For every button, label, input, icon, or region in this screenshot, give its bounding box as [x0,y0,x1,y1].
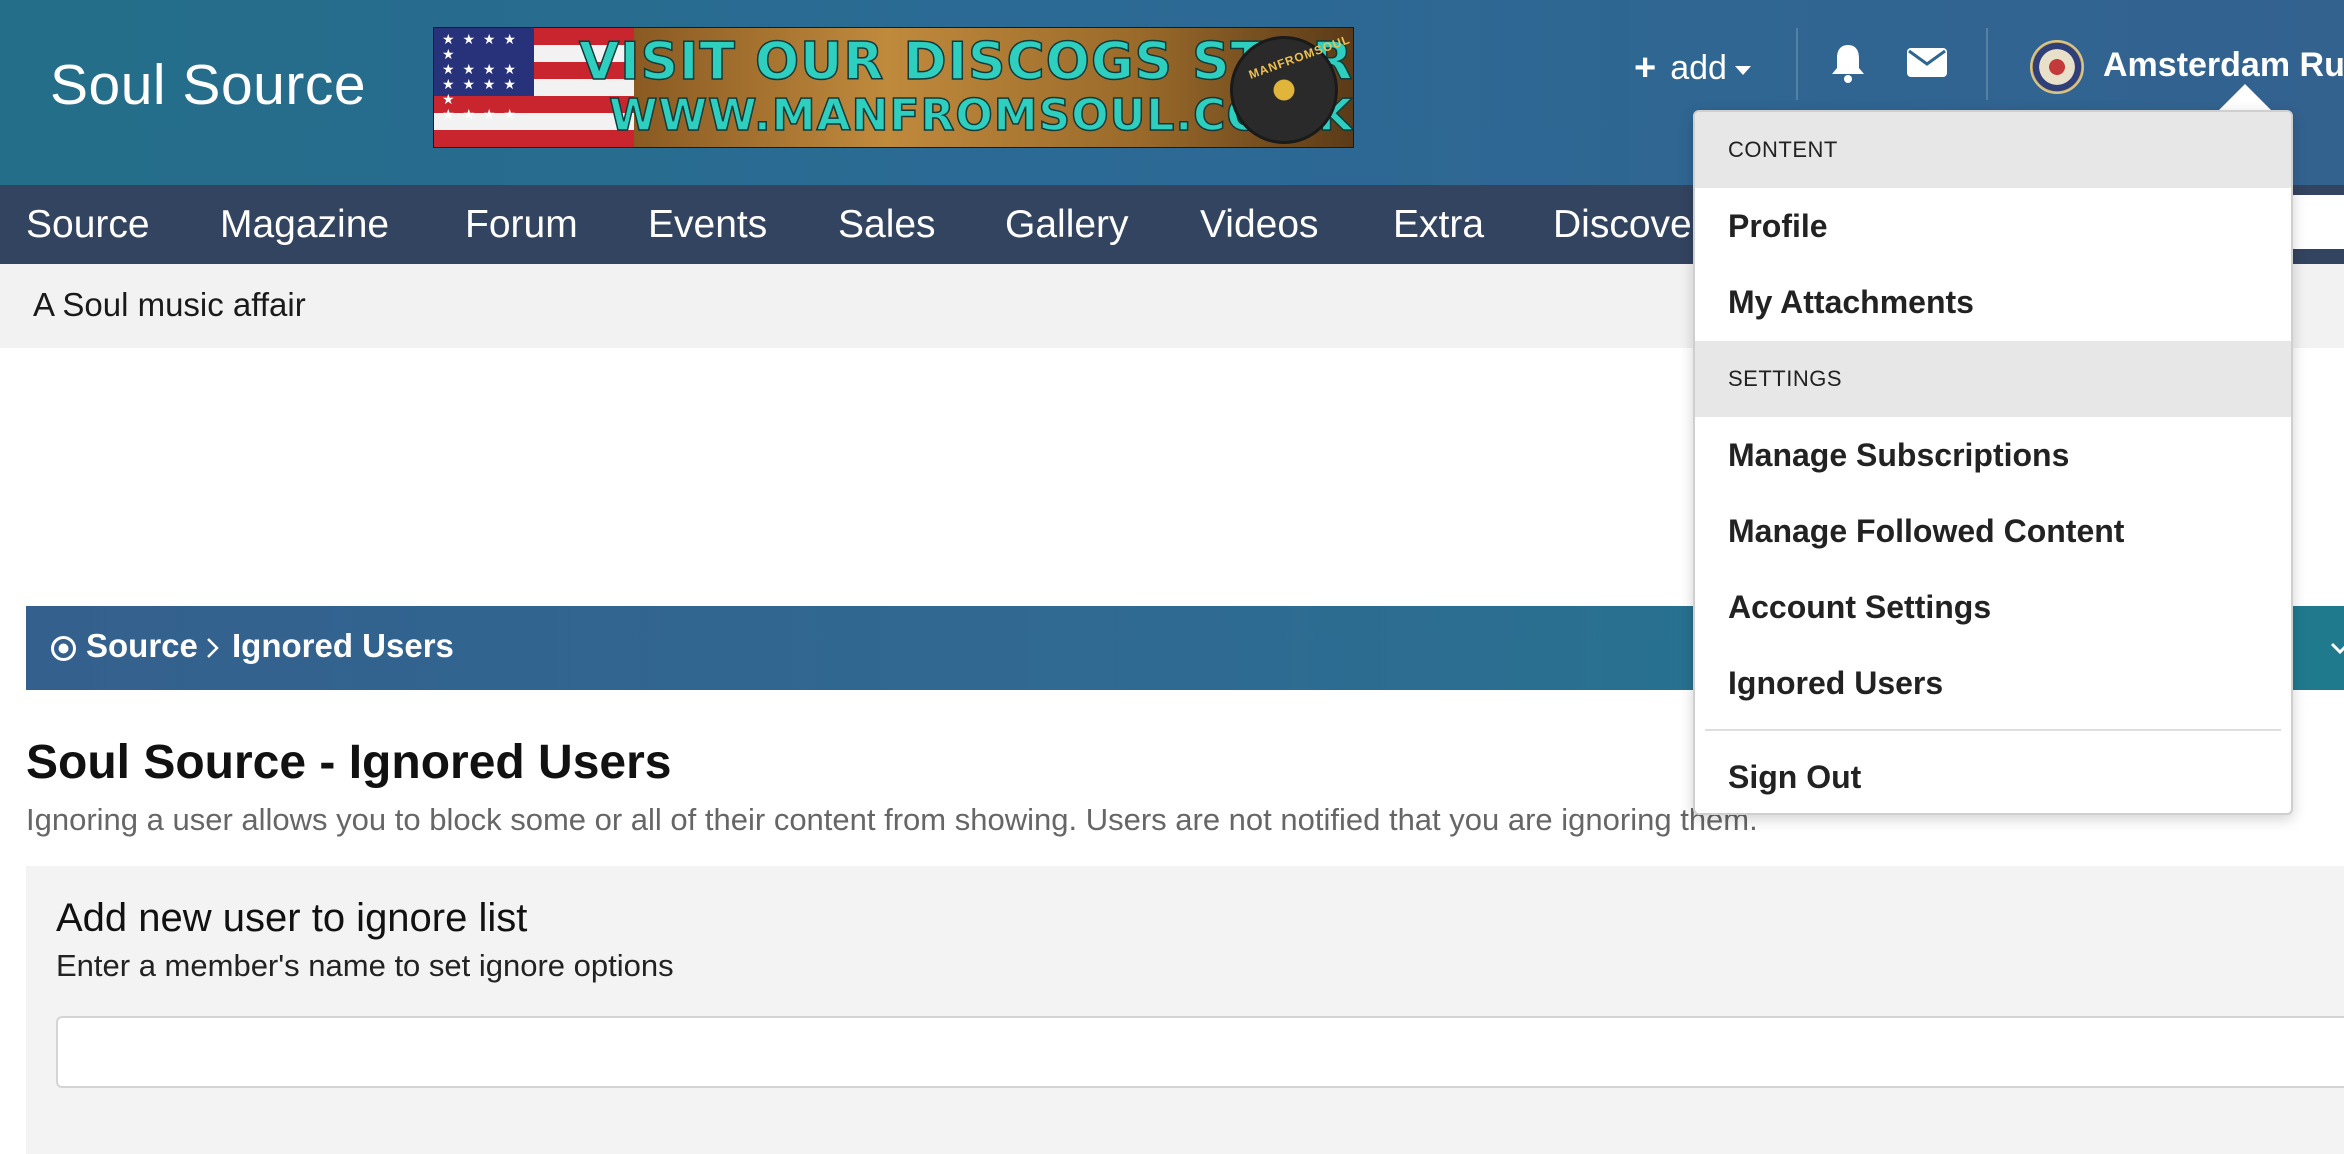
nav-item-events[interactable]: Events [648,185,767,264]
home-circle-icon[interactable] [50,635,77,662]
banner-line-1: VISIT OUR DISCOGS STORE [578,31,1354,93]
bell-icon [1832,45,1864,83]
menu-item-account-settings[interactable]: Account Settings [1728,589,1991,626]
nav-item-discover[interactable]: Discove [1553,185,1692,264]
add-ignore-panel: Add new user to ignore list Enter a memb… [26,866,2344,1154]
chevron-down-icon[interactable] [2328,636,2344,660]
header-separator [1986,28,1988,100]
site-tagline: A Soul music affair [33,286,306,323]
menu-divider [1705,729,2281,731]
envelope-icon [1907,48,1947,77]
chevron-right-icon [207,638,219,658]
search-input[interactable] [2290,195,2344,249]
add-label: add [1670,48,1727,87]
nav-item-magazine[interactable]: Magazine [220,185,389,264]
page-title: Soul Source - Ignored Users [26,736,672,789]
messages-button[interactable] [1905,40,1949,84]
nav-item-sales[interactable]: Sales [838,185,936,264]
breadcrumb-current: Ignored Users [232,627,454,664]
add-button[interactable]: + add [1634,46,1751,90]
banner-flag-canton: ★ ★ ★ ★ ★ ★ ★ ★ ★ ★ ★ ★ ★ ★ ★ ★ ★ ★ [434,28,534,122]
banner-stars: ★ ★ ★ ★ ★ ★ ★ ★ ★ ★ ★ ★ ★ ★ ★ ★ ★ ★ [442,31,518,122]
menu-item-ignored-users[interactable]: Ignored Users [1728,665,1943,702]
breadcrumb-source-link[interactable]: Source [86,627,198,665]
member-name-input[interactable] [56,1016,2344,1088]
caret-down-icon [1734,65,1751,75]
menu-section-content: CONTENT [1695,112,2291,188]
nav-item-forum[interactable]: Forum [465,185,578,264]
dropdown-arrow [2217,84,2273,112]
menu-item-sign-out[interactable]: Sign Out [1728,759,1861,796]
nav-item-gallery[interactable]: Gallery [1005,185,1129,264]
menu-item-manage-followed-content[interactable]: Manage Followed Content [1728,513,2124,550]
nav-item-extra[interactable]: Extra [1393,185,1484,264]
notifications-button[interactable] [1826,40,1870,84]
menu-item-manage-subscriptions[interactable]: Manage Subscriptions [1728,437,2069,474]
user-dropdown-menu: CONTENT Profile My Attachments SETTINGS … [1693,110,2293,815]
avatar[interactable] [2030,40,2084,94]
site-title[interactable]: Soul Source [50,52,366,118]
add-ignore-title: Add new user to ignore list [56,896,528,940]
add-ignore-subtitle: Enter a member's name to set ignore opti… [56,948,674,983]
menu-item-my-attachments[interactable]: My Attachments [1728,284,1974,321]
nav-item-videos[interactable]: Videos [1200,185,1319,264]
page-description: Ignoring a user allows you to block some… [26,802,1758,837]
plus-icon: + [1634,46,1657,89]
ad-banner[interactable]: ★ ★ ★ ★ ★ ★ ★ ★ ★ ★ ★ ★ ★ ★ ★ ★ ★ ★ VISIT O… [433,27,1354,148]
user-menu-trigger[interactable]: Amsterdam Rus [2103,46,2344,85]
menu-section-settings: SETTINGS [1695,341,2291,417]
nav-item-source[interactable]: Source [26,185,150,264]
banner-line-2: WWW.MANFROMSOUL.CO.UK [608,89,1354,142]
menu-item-profile[interactable]: Profile [1728,208,1828,245]
header-separator [1796,28,1798,100]
